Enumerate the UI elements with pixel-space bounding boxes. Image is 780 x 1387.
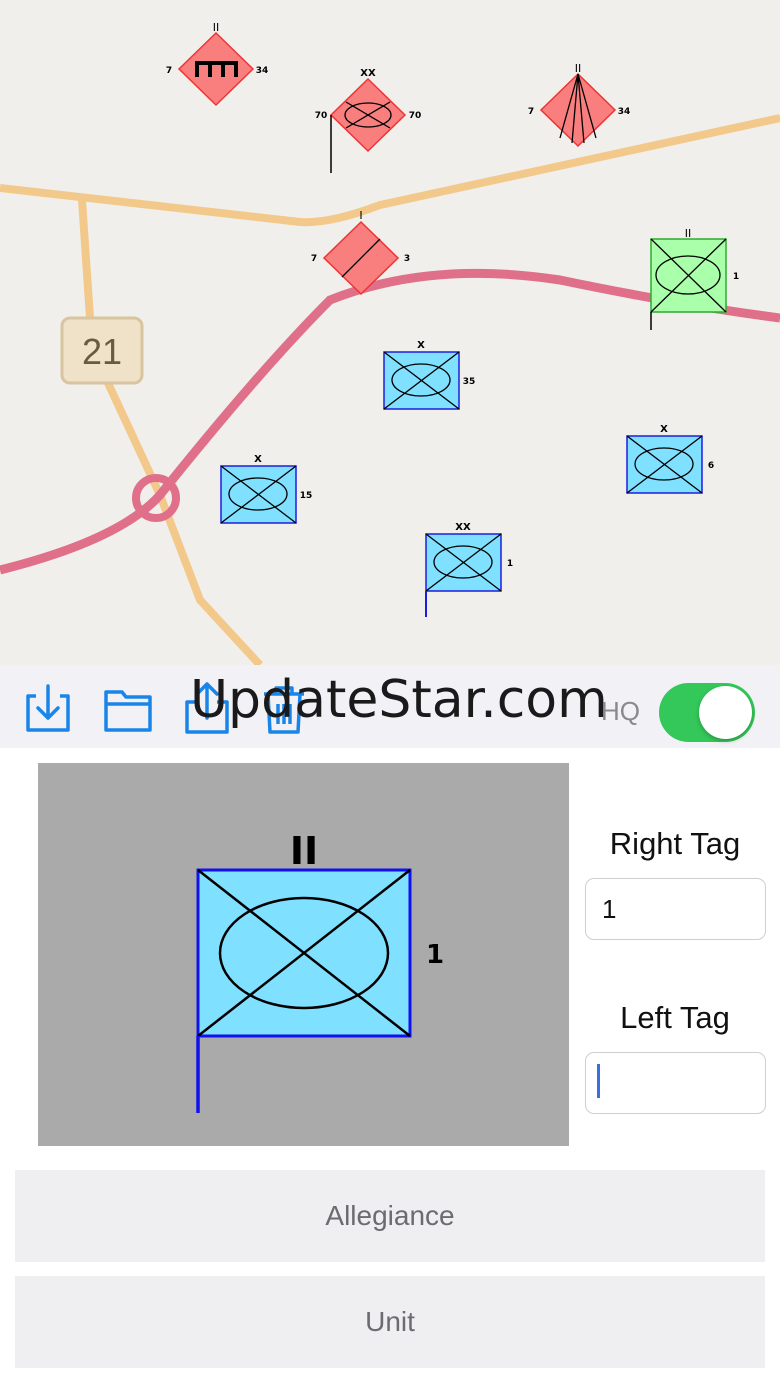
road-yellow-1 (0, 114, 780, 227)
svg-text:35: 35 (463, 377, 476, 387)
svg-text:II: II (290, 829, 318, 873)
blue-unit-2[interactable]: X 6 (626, 424, 714, 494)
blue-unit-1[interactable]: X 35 (383, 340, 476, 410)
svg-text:3: 3 (404, 254, 410, 264)
route-shield: 21 (60, 316, 144, 385)
toggle-knob (699, 686, 752, 739)
svg-text:70: 70 (409, 111, 422, 121)
svg-text:XX: XX (360, 68, 376, 79)
map-view[interactable]: 21 II 7 34 XX 70 70 II 7 34 I 7 3 II 1 X… (0, 0, 780, 665)
svg-text:7: 7 (311, 254, 317, 264)
svg-text:21: 21 (82, 331, 122, 372)
symbol-preview: II 1 (38, 763, 569, 1146)
svg-text:70: 70 (315, 111, 328, 121)
red-unit-1[interactable]: II 7 34 (166, 21, 269, 107)
hq-label: HQ (601, 696, 640, 726)
text-caret (597, 1064, 600, 1098)
left-tag-label: Left Tag (620, 1000, 730, 1035)
svg-text:15: 15 (300, 491, 313, 501)
svg-text:1: 1 (507, 559, 513, 569)
svg-text:X: X (417, 340, 425, 351)
blue-unit-3[interactable]: X 15 (220, 454, 313, 524)
svg-text:1: 1 (733, 272, 739, 282)
red-unit-2[interactable]: XX 70 70 (315, 68, 422, 173)
road-yellow-2 (78, 199, 263, 665)
download-icon[interactable] (22, 680, 74, 736)
svg-text:II: II (685, 227, 692, 240)
folder-icon[interactable] (102, 680, 154, 736)
svg-text:7: 7 (166, 66, 172, 76)
red-unit-3[interactable]: II 7 34 (528, 62, 631, 148)
svg-text:7: 7 (528, 107, 534, 117)
svg-text:34: 34 (618, 107, 631, 117)
svg-text:6: 6 (708, 461, 714, 471)
right-tag-input[interactable] (585, 878, 766, 940)
blue-unit-4[interactable]: XX 1 (425, 522, 513, 617)
map-canvas[interactable]: 21 II 7 34 XX 70 70 II 7 34 I 7 3 II 1 X… (0, 0, 780, 665)
svg-text:X: X (254, 454, 262, 465)
svg-text:II: II (213, 21, 220, 34)
right-tag-label: Right Tag (609, 826, 741, 861)
svg-text:X: X (660, 424, 668, 435)
preview-symbol: II 1 (196, 829, 444, 1113)
hq-toggle[interactable] (659, 683, 755, 742)
watermark: UpdateStar.com (190, 670, 608, 730)
svg-text:I: I (359, 209, 362, 222)
allegiance-button[interactable]: Allegiance (15, 1170, 765, 1262)
unit-button[interactable]: Unit (15, 1276, 765, 1368)
svg-text:1: 1 (426, 940, 444, 970)
svg-text:II: II (575, 62, 582, 75)
svg-text:XX: XX (455, 522, 471, 533)
svg-text:34: 34 (256, 66, 269, 76)
left-tag-input[interactable] (585, 1052, 766, 1114)
